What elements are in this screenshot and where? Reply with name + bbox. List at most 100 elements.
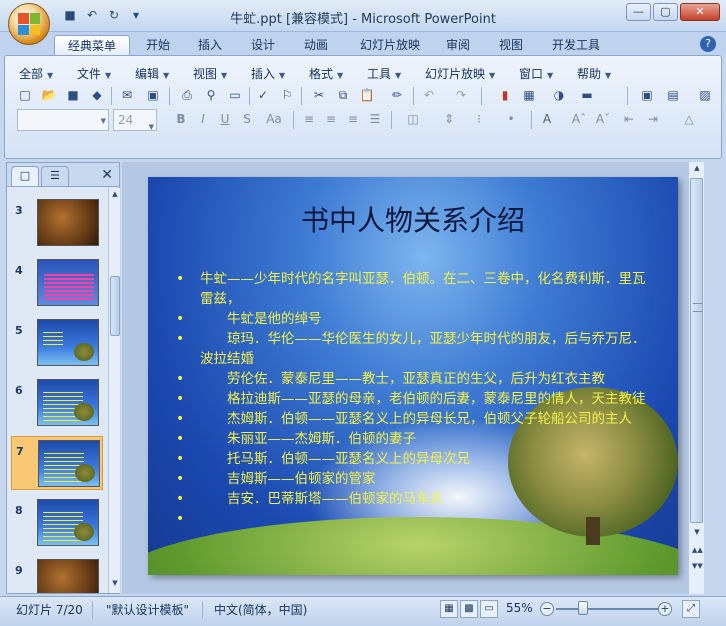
change-case-icon[interactable]: Aa xyxy=(261,109,287,129)
tab-developer[interactable]: 开发工具 xyxy=(544,35,608,56)
font-color-icon[interactable]: A xyxy=(537,109,557,129)
underline-icon[interactable]: U xyxy=(215,109,235,129)
slide-thumbnail[interactable]: 9 xyxy=(11,556,103,593)
open-icon[interactable]: 📂 xyxy=(39,85,59,105)
slide-thumbnail[interactable]: 8 xyxy=(11,496,103,550)
menu-all[interactable]: 全部 ▼ xyxy=(19,65,53,82)
spelling-icon[interactable]: ✓ xyxy=(253,85,273,105)
tab-insert[interactable]: 插入 xyxy=(190,35,230,56)
slide-thumbnail[interactable]: 3 xyxy=(11,196,103,250)
tab-slides[interactable]: □ xyxy=(11,166,39,186)
align-left-icon[interactable]: ≡ xyxy=(299,109,319,129)
undo-icon[interactable]: ↶ xyxy=(419,85,439,105)
menu-help[interactable]: 帮助 ▼ xyxy=(577,65,611,82)
thumbnails-scrollbar[interactable]: ▲ ▼ xyxy=(108,188,120,593)
bullets-icon[interactable]: • xyxy=(501,109,521,129)
copy-icon[interactable]: ⧉ xyxy=(333,85,353,105)
slide-scrollbar[interactable]: ▲ ▼ ▲▲ ▼▼ xyxy=(688,162,704,594)
tab-outline[interactable]: ☰ xyxy=(41,166,69,186)
italic-icon[interactable]: I xyxy=(193,109,213,129)
tab-review[interactable]: 审阅 xyxy=(438,35,478,56)
scrollbar-thumb[interactable] xyxy=(690,178,703,523)
publish-icon[interactable]: ▣ xyxy=(143,85,163,105)
menu-slideshow[interactable]: 幻灯片放映 ▼ xyxy=(425,65,495,82)
research-icon[interactable]: ⚐ xyxy=(277,85,297,105)
zoom-level[interactable]: 55% xyxy=(506,601,533,615)
increase-indent-icon[interactable]: ⇥ xyxy=(643,109,663,129)
zoom-in-button[interactable]: + xyxy=(658,602,672,616)
current-slide[interactable]: 书中人物关系介绍 牛虻——少年时代的名字叫亚瑟．伯顿。在二、三卷中，化名费利斯．… xyxy=(148,177,678,575)
decrease-indent-icon[interactable]: ⇤ xyxy=(619,109,639,129)
maximize-button[interactable]: ▢ xyxy=(653,3,678,21)
tab-design[interactable]: 设计 xyxy=(243,35,283,56)
scroll-up-icon[interactable]: ▲ xyxy=(110,190,120,202)
normal-view-icon[interactable]: ▦ xyxy=(440,600,458,618)
print-icon[interactable]: ⎙ xyxy=(177,85,197,105)
next-slide-icon[interactable]: ▼▼ xyxy=(692,562,703,574)
previous-slide-icon[interactable]: ▲▲ xyxy=(692,546,703,558)
slide-thumbnail[interactable]: 6 xyxy=(11,376,103,430)
menu-format[interactable]: 格式 ▼ xyxy=(309,65,343,82)
minimize-button[interactable]: — xyxy=(626,3,651,21)
slide-icon[interactable]: ▭ xyxy=(225,85,245,105)
font-name-select[interactable]: ▼ xyxy=(17,109,109,131)
new-icon[interactable]: □ xyxy=(15,85,35,105)
tab-classic-menu[interactable]: 经典菜单 xyxy=(54,35,130,56)
language-indicator[interactable]: 中文(简体，中国) xyxy=(214,601,307,618)
slide-thumbnail[interactable]: 5 xyxy=(11,316,103,370)
slide-bullet-list[interactable]: 牛虻——少年时代的名字叫亚瑟．伯顿。在二、三卷中，化名费利斯．里瓦雷兹， 牛虻是… xyxy=(176,269,656,529)
align-right-icon[interactable]: ≡ xyxy=(343,109,363,129)
save-icon[interactable]: ■ xyxy=(63,85,83,105)
columns-icon[interactable]: ◫ xyxy=(403,109,423,129)
line-spacing-icon[interactable]: ⇕ xyxy=(439,109,459,129)
redo-icon[interactable]: ↷ xyxy=(451,85,471,105)
shadow-icon[interactable]: S xyxy=(237,109,257,129)
chart-icon[interactable]: ▮ xyxy=(495,85,515,105)
table-icon[interactable]: ▦ xyxy=(519,85,539,105)
menu-view[interactable]: 视图 ▼ xyxy=(193,65,227,82)
display-icon[interactable]: ▬ xyxy=(577,85,597,105)
layout-icon[interactable]: ▤ xyxy=(663,85,683,105)
scroll-up-icon[interactable]: ▲ xyxy=(692,164,702,176)
tab-animation[interactable]: 动画 xyxy=(296,35,336,56)
tab-slideshow[interactable]: 幻灯片放映 xyxy=(350,35,430,56)
tab-home[interactable]: 开始 xyxy=(138,35,178,56)
format-painter-icon[interactable]: ✏ xyxy=(387,85,407,105)
cut-icon[interactable]: ✂ xyxy=(309,85,329,105)
scroll-down-icon[interactable]: ▼ xyxy=(110,579,120,591)
zoom-slider[interactable] xyxy=(556,608,660,610)
menu-window[interactable]: 窗口 ▼ xyxy=(519,65,553,82)
paste-icon[interactable]: 📋 xyxy=(357,85,377,105)
numbering-icon[interactable]: ⁝ xyxy=(469,109,489,129)
slide-title[interactable]: 书中人物关系介绍 xyxy=(148,199,678,239)
tab-view[interactable]: 视图 xyxy=(491,35,531,56)
menu-file[interactable]: 文件 ▼ xyxy=(77,65,111,82)
zoom-out-button[interactable]: − xyxy=(540,602,554,616)
close-icon[interactable]: ✕ xyxy=(101,167,113,183)
scroll-down-icon[interactable]: ▼ xyxy=(692,528,702,540)
office-button[interactable] xyxy=(8,3,50,45)
shapes-icon[interactable]: △ xyxy=(679,109,699,129)
justify-icon[interactable]: ☰ xyxy=(365,109,385,129)
email-icon[interactable]: ✉ xyxy=(117,85,137,105)
align-center-icon[interactable]: ≡ xyxy=(321,109,341,129)
menu-tools[interactable]: 工具 ▼ xyxy=(367,65,401,82)
help-icon[interactable]: ? xyxy=(700,36,716,52)
permission-icon[interactable]: ◆ xyxy=(87,85,107,105)
bold-icon[interactable]: B xyxy=(171,109,191,129)
scrollbar-thumb[interactable] xyxy=(110,276,120,336)
print-preview-icon[interactable]: ⚲ xyxy=(201,85,221,105)
new-slide-icon[interactable]: ▣ xyxy=(637,85,657,105)
slide-thumbnail[interactable]: 4 xyxy=(11,256,103,310)
zoom-slider-knob[interactable] xyxy=(578,601,588,615)
color-grayscale-icon[interactable]: ◑ xyxy=(549,85,569,105)
decrease-font-icon[interactable]: Aˇ xyxy=(593,109,613,129)
design-icon[interactable]: ▨ xyxy=(695,85,715,105)
slideshow-view-icon[interactable]: ▭ xyxy=(480,600,498,618)
slide-sorter-icon[interactable]: ▩ xyxy=(460,600,478,618)
menu-edit[interactable]: 编辑 ▼ xyxy=(135,65,169,82)
close-button[interactable]: ✕ xyxy=(680,3,720,21)
increase-font-icon[interactable]: Aˆ xyxy=(569,109,589,129)
font-size-select[interactable]: 24 ▼ xyxy=(113,109,157,131)
slide-thumbnail-selected[interactable]: 7 xyxy=(11,436,103,490)
